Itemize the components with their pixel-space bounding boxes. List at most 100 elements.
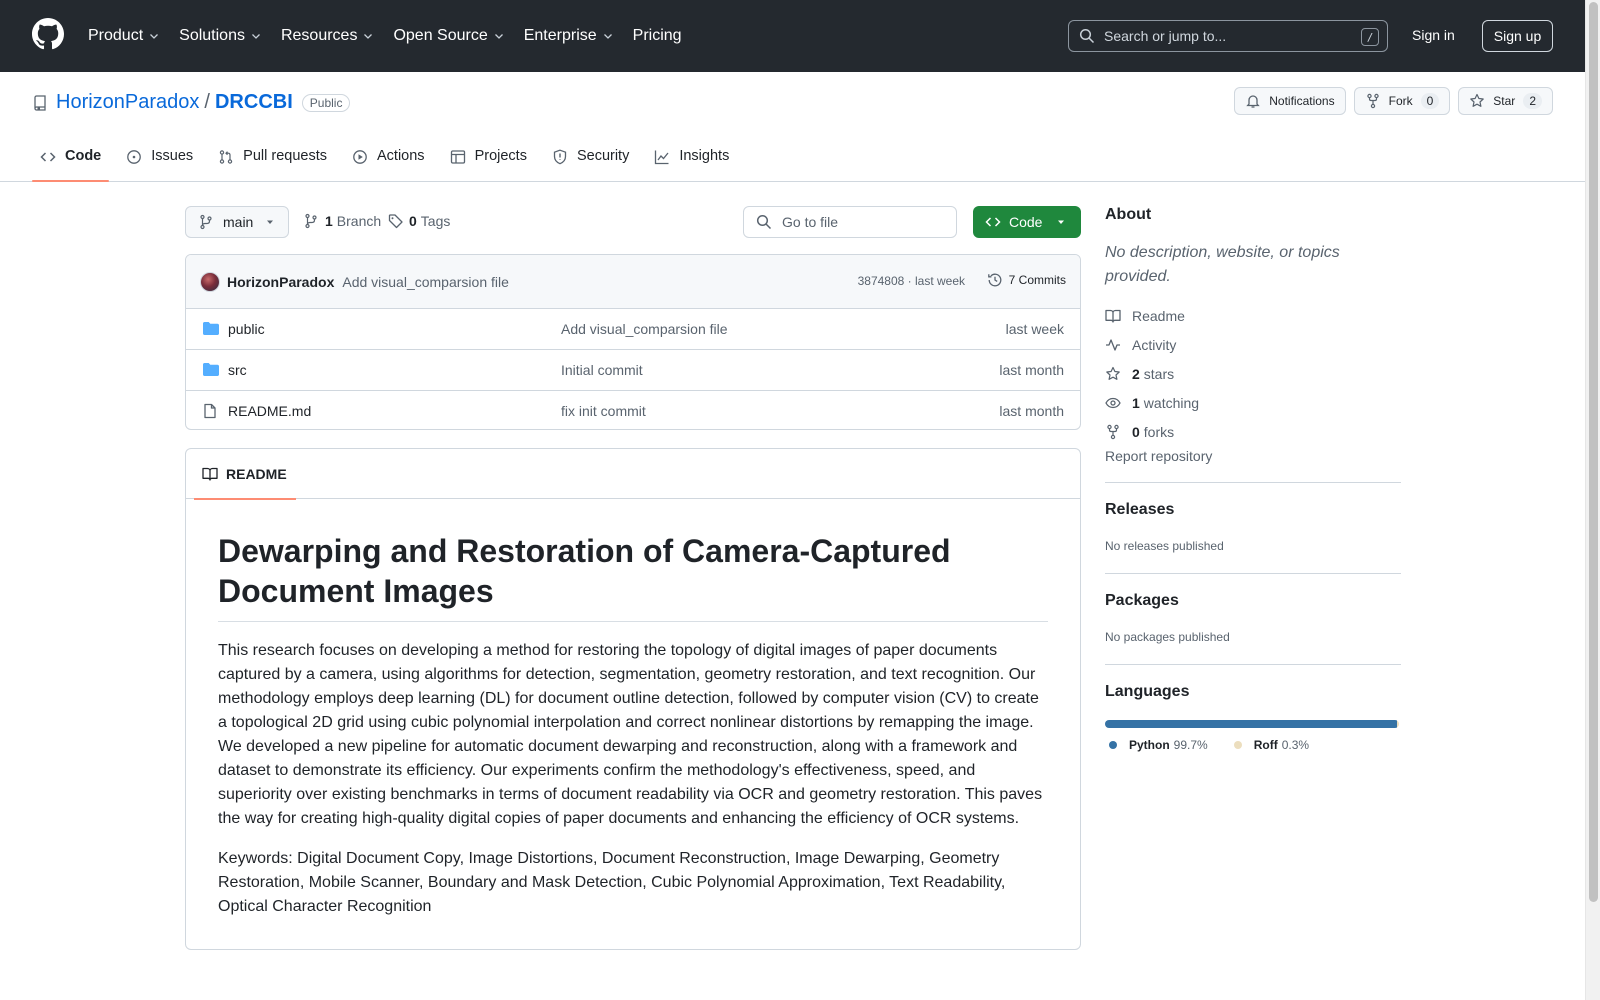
activity-link[interactable]: Activity (1105, 330, 1401, 359)
nav-solutions[interactable]: Solutions (179, 27, 262, 45)
top-nav: Product Solutions Resources Open Source … (88, 0, 701, 72)
pulse-icon (1106, 338, 1120, 351)
tab-issues[interactable]: Issues (118, 140, 201, 182)
repo-sidebar: About No description, website, or topics… (1105, 206, 1401, 752)
branch-selector-button[interactable]: main (185, 206, 289, 238)
forks-count: 0 (1132, 423, 1140, 440)
language-percent: 99.7% (1173, 738, 1208, 752)
branches-link[interactable]: 1 Branch (303, 213, 381, 229)
about-section: About No description, website, or topics… (1105, 206, 1401, 464)
repo-name-link[interactable]: DRCCBI (215, 91, 293, 114)
search-icon (1079, 28, 1095, 44)
nav-pricing[interactable]: Pricing (633, 27, 682, 45)
star-label: Star (1493, 94, 1516, 108)
repo-owner-link[interactable]: HorizonParadox (56, 91, 199, 114)
tags-link[interactable]: 0 Tags (388, 213, 450, 229)
repo-tabs: Code Issues Pull requests Actions Projec… (32, 140, 746, 182)
language-name: Python (1129, 738, 1170, 752)
folder-icon (203, 363, 219, 376)
file-commit-date: last month (999, 362, 1064, 378)
language-list: Python 99.7% Roff 0.3% (1105, 738, 1401, 752)
nav-resources[interactable]: Resources (281, 27, 374, 45)
commit-author-link[interactable]: HorizonParadox (227, 274, 334, 290)
file-commit-date: last week (1005, 321, 1064, 337)
nav-product[interactable]: Product (88, 27, 160, 45)
code-button-label: Code (1009, 214, 1043, 230)
forks-link[interactable]: 0 forks (1105, 417, 1401, 446)
sign-in-link[interactable]: Sign in (1412, 27, 1455, 43)
readme-header: README (186, 449, 1080, 500)
search-input[interactable]: Search or jump to... / (1068, 20, 1388, 52)
table-icon (450, 150, 465, 164)
tag-count-label: Tags (420, 213, 451, 229)
tab-pull-requests[interactable]: Pull requests (210, 140, 335, 182)
caret-down-icon (267, 220, 274, 224)
page-scrollbar[interactable] (1585, 0, 1600, 1000)
fork-label: Fork (1388, 94, 1413, 108)
readme-keywords: Keywords: Digital Document Copy, Image D… (218, 850, 1006, 915)
nav-label: Enterprise (523, 27, 597, 44)
latest-commit-row: HorizonParadox Add visual_comparsion fil… (186, 255, 1080, 309)
scrollbar-thumb[interactable] (1589, 2, 1598, 902)
repo-separator: / (204, 91, 210, 113)
notifications-button[interactable]: Notifications (1234, 87, 1346, 115)
table-row[interactable]: src Initial commit last month (186, 350, 1080, 391)
file-name-link[interactable]: src (228, 362, 247, 378)
languages-section: Languages Python 99.7% Roff 0.3% (1105, 664, 1401, 752)
go-to-file-input[interactable]: Go to file (743, 206, 957, 238)
nav-open-source[interactable]: Open Source (393, 27, 504, 45)
code-button[interactable]: Code (973, 206, 1081, 238)
releases-empty-text: No releases published (1105, 539, 1224, 553)
repo-actions: Notifications Fork 0 Star 2 (1226, 87, 1553, 115)
sign-up-button[interactable]: Sign up (1482, 20, 1553, 52)
tab-label: Pull requests (243, 148, 327, 164)
file-commit-date: last month (999, 403, 1064, 419)
commits-history-link[interactable]: 7 Commits (987, 272, 1066, 288)
language-bar-segment (1105, 720, 1397, 728)
file-commit-message[interactable]: Initial commit (561, 362, 643, 378)
tab-projects[interactable]: Projects (442, 140, 535, 182)
search-shortcut-key: / (1361, 28, 1379, 46)
tab-label: Security (576, 148, 630, 164)
star-button[interactable]: Star 2 (1458, 87, 1553, 115)
stars-link[interactable]: 2 stars (1105, 359, 1401, 388)
commit-message-link[interactable]: Add visual_comparsion file (342, 274, 509, 290)
file-commit-message[interactable]: fix init commit (561, 403, 646, 419)
github-logo-icon[interactable] (32, 18, 64, 50)
tab-insights[interactable]: Insights (646, 140, 737, 182)
file-name-link[interactable]: README.md (228, 403, 311, 419)
watchers-link[interactable]: 1 watching (1105, 388, 1401, 417)
avatar[interactable] (200, 271, 220, 292)
packages-title[interactable]: Packages (1105, 592, 1401, 610)
file-icon (204, 403, 216, 419)
nav-enterprise[interactable]: Enterprise (524, 27, 614, 45)
branch-count-value: 1 (325, 213, 333, 229)
table-row[interactable]: README.md fix init commit last month (186, 391, 1080, 429)
tab-actions[interactable]: Actions (344, 140, 433, 182)
folder-icon (203, 322, 219, 335)
code-icon (40, 152, 56, 162)
releases-title[interactable]: Releases (1105, 501, 1401, 519)
tag-icon (388, 214, 403, 229)
file-name-link[interactable]: public (228, 321, 265, 337)
language-item-python[interactable]: Python 99.7% (1105, 738, 1208, 752)
table-row[interactable]: public Add visual_comparsion file last w… (186, 309, 1080, 350)
chevron-down-icon (252, 34, 260, 39)
tab-label: Insights (679, 148, 730, 164)
file-commit-message[interactable]: Add visual_comparsion file (561, 321, 728, 337)
language-item-roff[interactable]: Roff 0.3% (1230, 738, 1309, 752)
nav-label: Product (88, 27, 144, 44)
readme-tab[interactable]: README (194, 449, 296, 500)
chevron-down-icon (603, 34, 612, 39)
issue-icon (127, 150, 142, 164)
fork-button[interactable]: Fork 0 (1353, 87, 1451, 115)
tab-code[interactable]: Code (32, 140, 110, 182)
fork-icon (1107, 424, 1119, 439)
packages-empty-text: No packages published (1105, 630, 1230, 644)
readme-link[interactable]: Readme (1105, 301, 1401, 330)
bell-icon (1246, 95, 1260, 108)
tab-label: Code (65, 148, 102, 164)
tab-security[interactable]: Security (544, 140, 637, 182)
report-repository-link[interactable]: Report repository (1105, 448, 1401, 464)
commit-meta[interactable]: 3874808 · last week (858, 274, 965, 288)
